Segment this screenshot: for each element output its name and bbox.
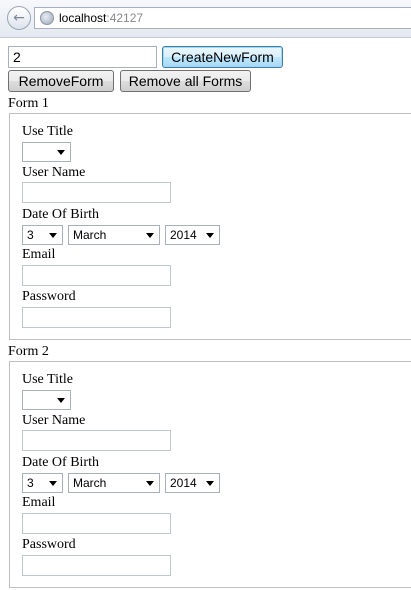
- dob-month-value: March: [73, 228, 107, 242]
- password-input[interactable]: [22, 555, 171, 576]
- address-port: :42127: [106, 11, 144, 25]
- dob-year-select[interactable]: 2014: [165, 225, 220, 245]
- email-input[interactable]: [22, 513, 171, 534]
- user-name-input[interactable]: [22, 430, 171, 451]
- user-name-input[interactable]: [22, 182, 171, 203]
- chevron-down-icon: [57, 398, 65, 403]
- password-input[interactable]: [22, 307, 171, 328]
- back-arrow-icon: ←: [13, 10, 25, 26]
- dob-month-select[interactable]: March: [68, 473, 160, 493]
- password-label: Password: [22, 537, 76, 552]
- date-of-birth-label: Date Of Birth: [22, 455, 99, 470]
- chevron-down-icon: [206, 233, 214, 238]
- use-title-select[interactable]: [22, 142, 71, 162]
- dob-month-value: March: [73, 476, 107, 490]
- chevron-down-icon: [206, 481, 214, 486]
- date-of-birth-label: Date Of Birth: [22, 207, 99, 222]
- chevron-down-icon: [146, 233, 154, 238]
- password-label: Password: [22, 289, 76, 304]
- globe-icon: [40, 11, 54, 25]
- form-count-input[interactable]: [8, 46, 157, 68]
- user-name-label: User Name: [22, 165, 86, 180]
- chevron-down-icon: [49, 233, 57, 238]
- form-2-fieldset: Use Title User Name Date Of Birth 3 Marc…: [9, 361, 411, 588]
- chevron-down-icon: [146, 481, 154, 486]
- remove-form-button[interactable]: RemoveForm: [8, 70, 114, 92]
- form-1-title: Form 1: [8, 96, 49, 111]
- use-title-select[interactable]: [22, 390, 71, 410]
- dob-year-value: 2014: [170, 228, 197, 242]
- chevron-down-icon: [49, 481, 57, 486]
- dob-day-value: 3: [27, 476, 34, 490]
- email-label: Email: [22, 495, 56, 510]
- use-title-label: Use Title: [22, 372, 73, 387]
- dob-day-select[interactable]: 3: [22, 473, 63, 493]
- chevron-down-icon: [57, 150, 65, 155]
- dob-year-value: 2014: [170, 476, 197, 490]
- form-2-title: Form 2: [8, 344, 49, 359]
- create-new-form-button[interactable]: CreateNewForm: [162, 46, 283, 68]
- dob-day-value: 3: [27, 228, 34, 242]
- email-label: Email: [22, 247, 56, 262]
- dob-month-select[interactable]: March: [68, 225, 160, 245]
- form-1-fieldset: Use Title User Name Date Of Birth 3 Marc…: [9, 113, 411, 340]
- back-button[interactable]: ←: [7, 6, 31, 30]
- dob-day-select[interactable]: 3: [22, 225, 63, 245]
- dob-year-select[interactable]: 2014: [165, 473, 220, 493]
- address-host: localhost: [59, 11, 107, 25]
- remove-all-forms-button[interactable]: Remove all Forms: [120, 70, 251, 92]
- browser-toolbar: ← localhost:42127: [0, 0, 411, 38]
- address-bar[interactable]: localhost:42127: [34, 7, 411, 29]
- email-input[interactable]: [22, 265, 171, 286]
- user-name-label: User Name: [22, 413, 86, 428]
- use-title-label: Use Title: [22, 124, 73, 139]
